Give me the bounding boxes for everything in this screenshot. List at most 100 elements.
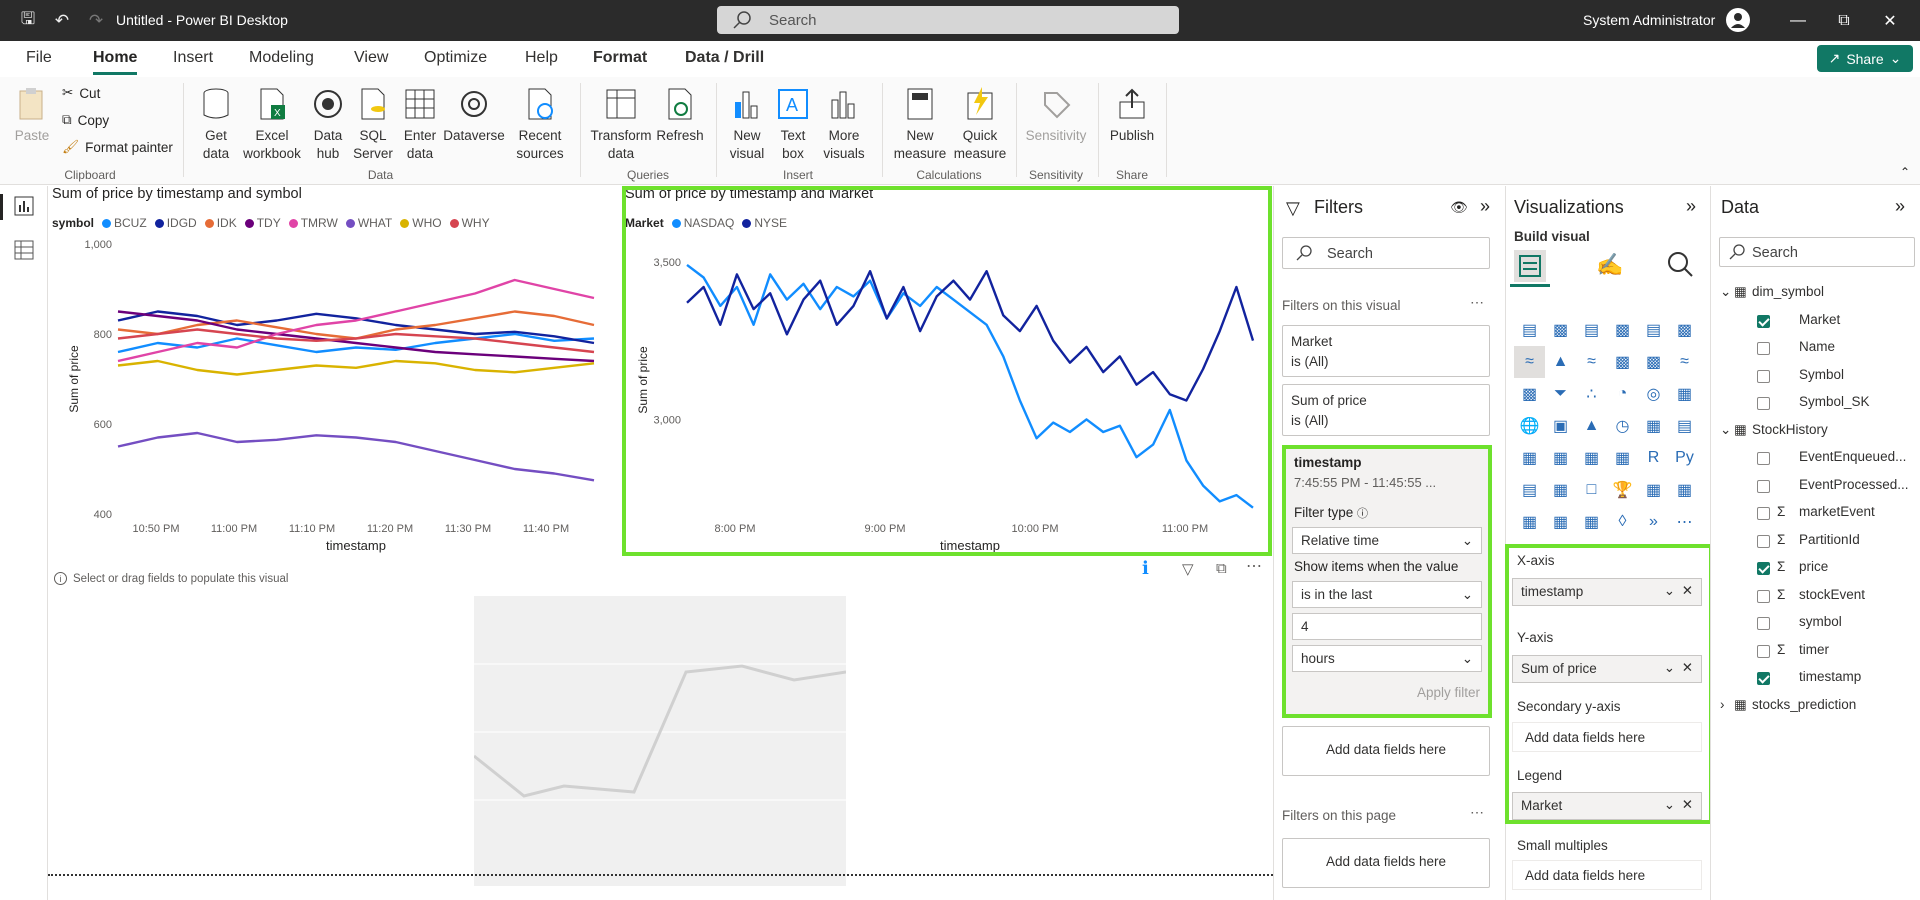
visual-type-icon[interactable]: ⋯ (1669, 506, 1700, 538)
close-button[interactable]: ✕ (1867, 0, 1913, 41)
table-node[interactable]: ⌄ ▦ dim_symbol (1720, 284, 1824, 300)
new-visual-button[interactable]: New visual (724, 85, 770, 163)
unit-select[interactable]: hours ⌄ (1292, 645, 1482, 672)
transform-data-button[interactable]: Transform data (590, 85, 652, 163)
refresh-button[interactable]: Refresh (654, 85, 706, 145)
visual-type-icon[interactable]: ▦ (1514, 442, 1545, 474)
menu-help[interactable]: Help (525, 49, 558, 67)
visual-type-icon[interactable]: ≈ (1669, 346, 1700, 378)
small-multiples-drop[interactable]: Add data fields here (1512, 860, 1702, 890)
publish-button[interactable]: Publish (1106, 85, 1158, 145)
report-view-icon[interactable] (14, 196, 34, 219)
data-search[interactable]: Search (1719, 237, 1915, 267)
field-checkbox[interactable] (1757, 617, 1770, 630)
apply-filter-button[interactable]: Apply filter (1417, 685, 1480, 700)
menu-view[interactable]: View (354, 49, 388, 67)
chevron-down-icon[interactable]: ⌄ (1720, 422, 1734, 438)
build-visual-tab-icon[interactable] (1514, 250, 1546, 282)
visual-type-icon[interactable]: ▩ (1514, 378, 1545, 410)
recent-sources-button[interactable]: Recent sources (512, 85, 568, 163)
field-checkbox[interactable] (1757, 562, 1770, 575)
visual-type-icon[interactable]: ◔ (1607, 378, 1638, 410)
format-painter-button[interactable]: 🖌 Format painter (62, 139, 173, 155)
visual-type-icon[interactable]: ▲ (1545, 346, 1576, 378)
paste-button[interactable]: Paste (10, 85, 54, 145)
visual-type-icon[interactable]: ∴ (1576, 378, 1607, 410)
field-checkbox[interactable] (1757, 452, 1770, 465)
field-name[interactable]: EventEnqueued... (1799, 449, 1906, 464)
close-icon[interactable]: ✕ (1682, 797, 1693, 813)
excel-workbook-button[interactable]: X Excel workbook (240, 85, 304, 163)
analytics-tab-icon[interactable] (1666, 250, 1694, 281)
visual-type-icon[interactable]: ▩ (1545, 314, 1576, 346)
collapse-ribbon-icon[interactable]: ⌃ (1900, 165, 1910, 179)
visual-type-icon[interactable]: ▦ (1669, 474, 1700, 506)
more-visuals-button[interactable]: More visuals (816, 85, 872, 163)
filter-icon[interactable]: ▽ (1182, 560, 1194, 578)
redo-icon[interactable]: ↷ (78, 0, 114, 41)
field-checkbox[interactable] (1757, 589, 1770, 603)
more-options-icon[interactable]: ⋯ (1470, 294, 1484, 311)
filter-card-timestamp[interactable]: timestamp 7:45:55 PM - 11:45:55 ... Filt… (1282, 445, 1492, 718)
field-name[interactable]: marketEvent (1799, 504, 1875, 519)
field-checkbox[interactable] (1757, 397, 1770, 410)
visual-type-icon[interactable]: ▦ (1545, 442, 1576, 474)
share-button[interactable]: ↗ Share ⌄ (1817, 45, 1913, 72)
field-name[interactable]: timestamp (1799, 669, 1861, 684)
amount-input[interactable]: 4 (1292, 613, 1482, 640)
visual-type-icon[interactable]: ▦ (1576, 506, 1607, 538)
visual-type-icon[interactable]: ▤ (1514, 314, 1545, 346)
field-name[interactable]: price (1799, 559, 1828, 574)
visual-type-icon[interactable]: ≈ (1576, 346, 1607, 378)
info-icon[interactable]: ℹ (1142, 558, 1149, 579)
visual-type-icon[interactable]: ▩ (1607, 346, 1638, 378)
visual-type-icon[interactable]: ▤ (1669, 410, 1700, 442)
field-name[interactable]: stockEvent (1799, 587, 1865, 602)
menu-insert[interactable]: Insert (173, 49, 213, 67)
chevron-down-icon[interactable]: ⌄ (1720, 284, 1734, 300)
cut-button[interactable]: ✂ Cut (62, 85, 100, 101)
visual-type-icon[interactable]: ▦ (1669, 378, 1700, 410)
visual-type-icon[interactable]: ▲ (1576, 410, 1607, 442)
field-checkbox[interactable] (1757, 672, 1770, 685)
visual-type-icon[interactable]: ◎ (1638, 378, 1669, 410)
visual-type-icon[interactable]: ▣ (1545, 410, 1576, 442)
visual-type-icon[interactable]: ▦ (1576, 442, 1607, 474)
field-checkbox[interactable] (1757, 369, 1770, 383)
field-name[interactable]: timer (1799, 642, 1829, 657)
placeholder-visual[interactable] (473, 596, 847, 886)
table-node[interactable]: › ▦ stocks_prediction (1720, 697, 1856, 713)
menu-optimize[interactable]: Optimize (424, 49, 487, 67)
visual-type-icon[interactable]: 🌐 (1514, 410, 1545, 442)
visual-type-icon[interactable]: ▩ (1669, 314, 1700, 346)
visual-type-icon[interactable]: ▤ (1514, 474, 1545, 506)
sql-server-button[interactable]: SQL Server (350, 85, 396, 163)
field-name[interactable]: Market (1799, 312, 1840, 327)
visual-type-icon[interactable]: ▦ (1607, 442, 1638, 474)
table-node[interactable]: ⌄ ▦ StockHistory (1720, 422, 1828, 438)
chevron-down-icon[interactable]: ⌄ (1664, 660, 1675, 676)
filter-card-sum-of-price[interactable]: Sum of price is (All) (1282, 384, 1490, 436)
add-fields-visual[interactable]: Add data fields here (1282, 726, 1490, 776)
field-name[interactable]: Name (1799, 339, 1835, 354)
get-data-button[interactable]: Get data (193, 85, 239, 163)
filter-type-select[interactable]: Relative time ⌄ (1292, 527, 1482, 554)
menu-home[interactable]: Home (93, 49, 138, 75)
legend-field[interactable]: Market ⌄ ✕ (1512, 792, 1702, 820)
menu-modeling[interactable]: Modeling (249, 49, 314, 67)
chevron-down-icon[interactable]: ⌄ (1664, 797, 1675, 813)
more-options-icon[interactable]: ⋯ (1470, 804, 1484, 821)
visual-type-icon[interactable]: ▦ (1545, 506, 1576, 538)
visual-type-icon[interactable]: ◊ (1607, 506, 1638, 538)
avatar[interactable] (1726, 8, 1750, 32)
visual-type-icon[interactable]: Py (1669, 442, 1700, 474)
close-icon[interactable]: ✕ (1682, 583, 1693, 599)
filters-search[interactable]: Search (1282, 237, 1490, 269)
field-name[interactable]: Symbol (1799, 367, 1844, 382)
filter-card-market[interactable]: Market is (All) (1282, 325, 1490, 377)
search-box[interactable]: Search (717, 6, 1179, 34)
close-icon[interactable]: ✕ (1682, 660, 1693, 676)
collapse-icon[interactable]: » (1480, 196, 1490, 217)
enter-data-button[interactable]: Enter data (398, 85, 442, 163)
sensitivity-button[interactable]: Sensitivity (1022, 85, 1090, 145)
